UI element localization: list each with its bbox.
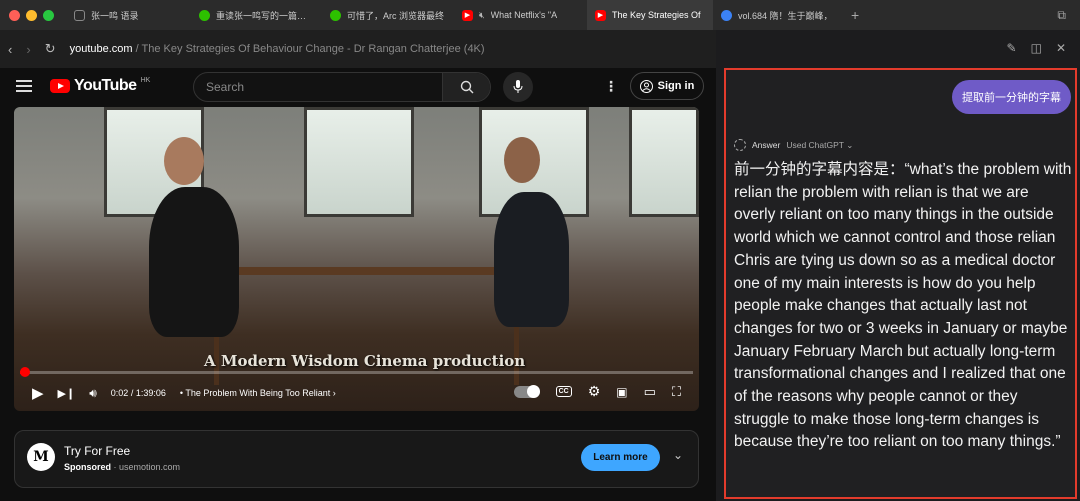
tab-overview-icon[interactable]: ⧉: [1057, 8, 1066, 23]
subtitles-button[interactable]: CC: [555, 386, 572, 397]
new-tab-plus-icon[interactable]: +: [851, 7, 859, 23]
fullscreen-icon[interactable]: ⛶: [672, 384, 681, 400]
tab-1[interactable]: 张一鸣 语录: [66, 0, 191, 30]
tab-bar: 张一鸣 语录 重读张一鸣写的一篇旧文 可惜了，Arc 浏览器最终 ▶ 🔇︎ Wh…: [0, 0, 1080, 30]
player-controls-right: CC ⚙ ▣ ▭ ⛶: [513, 383, 681, 400]
search-input[interactable]: Search: [206, 80, 442, 94]
ad-subtitle: Sponsored · usemotion.com: [64, 462, 181, 472]
autoplay-toggle[interactable]: [513, 384, 540, 398]
user-message-bubble: 提取前一分钟的字幕: [952, 80, 1071, 114]
tab-label: What Netflix's "A: [490, 10, 558, 20]
tab-2[interactable]: 重读张一鸣写的一篇旧文: [191, 0, 322, 30]
hamburger-menu-icon[interactable]: [16, 80, 32, 92]
tab-3[interactable]: 可惜了，Arc 浏览器最终: [322, 0, 454, 30]
theater-mode-icon[interactable]: ▭: [644, 384, 656, 400]
close-icon[interactable]: ✕: [1056, 41, 1066, 55]
reload-icon[interactable]: ↻: [45, 41, 56, 57]
window-controls: [9, 9, 54, 21]
video-overlay-caption: A Modern Wisdom Cinema production: [204, 352, 526, 370]
account-icon: [639, 79, 653, 93]
sponsored-ad: M Try For Free Sponsored · usemotion.com…: [14, 430, 699, 488]
more-options-icon[interactable]: ⋮: [604, 78, 618, 95]
back-arrow-icon[interactable]: ‹: [8, 42, 12, 57]
time-display: 0:02 / 1:39:06: [110, 388, 166, 398]
chat-panel: 提取前一分钟的字幕 Answer Used ChatGPT ⌄ 前一分钟的字幕内…: [724, 68, 1077, 499]
wechat-icon: [199, 9, 210, 21]
tab-6[interactable]: vol.684 隋！生于巅峰，: [713, 0, 843, 30]
guest-figure: [494, 192, 569, 327]
forward-arrow-icon[interactable]: ›: [26, 42, 30, 57]
zoom-window-button[interactable]: [43, 9, 54, 21]
microphone-icon: [513, 80, 523, 93]
browser-content: ‹ › ↻ youtube.com / The Key Strategies O…: [0, 30, 716, 501]
search-button[interactable]: [442, 73, 490, 101]
window-decor: [304, 107, 414, 217]
miniplayer-icon[interactable]: ▣: [616, 385, 627, 399]
close-window-button[interactable]: [9, 9, 20, 21]
sparkle-icon: [734, 139, 746, 151]
video-player[interactable]: A Modern Wisdom Cinema production ▶ ▶❙ 🔊…: [14, 107, 699, 411]
answer-header: Answer Used ChatGPT ⌄: [734, 139, 853, 151]
url-text[interactable]: youtube.com / The Key Strategies Of Beha…: [70, 43, 485, 55]
voice-search-button[interactable]: [503, 72, 533, 102]
sidebar-toolbar: ✎ ◫ ✕: [716, 30, 1080, 66]
muted-speaker-icon[interactable]: 🔇︎: [479, 10, 485, 21]
learn-more-button[interactable]: Learn more: [581, 444, 660, 471]
youtube-play-icon: [50, 79, 70, 93]
tab-label: 重读张一鸣写的一篇旧文: [216, 10, 314, 21]
minimize-window-button[interactable]: [26, 9, 37, 21]
host-head: [164, 137, 204, 185]
search-icon: [460, 80, 473, 94]
progress-bar[interactable]: [20, 367, 693, 377]
youtube-logo[interactable]: YouTube HK: [50, 77, 150, 95]
volume-icon[interactable]: 🔊︎: [89, 386, 97, 401]
address-bar: ‹ › ↻ youtube.com / The Key Strategies O…: [0, 30, 716, 68]
layout-icon[interactable]: ◫: [1031, 41, 1042, 55]
youtube-icon: ▶: [462, 9, 473, 21]
region-label: HK: [140, 76, 151, 84]
tab-4[interactable]: ▶ 🔇︎ What Netflix's "A: [454, 0, 587, 30]
advertiser-logo: M: [27, 443, 55, 471]
search-box[interactable]: Search: [193, 72, 491, 102]
logo-text: YouTube: [74, 77, 137, 94]
window-decor: [629, 107, 699, 217]
edit-icon[interactable]: ✎: [1007, 41, 1017, 55]
tab-label: 可惜了，Arc 浏览器最终: [347, 10, 445, 21]
ad-title[interactable]: Try For Free: [64, 444, 130, 458]
chevron-down-icon[interactable]: ⌄: [673, 448, 683, 462]
youtube-icon: ▶: [595, 9, 606, 21]
assistant-sidebar: ✎ ◫ ✕ 提取前一分钟的字幕 Answer Used ChatGPT ⌄ 前一…: [716, 30, 1080, 501]
tab-label: 张一鸣 语录: [91, 10, 139, 21]
answer-text: 前一分钟的字幕内容是：“what’s the problem with reli…: [734, 161, 1072, 451]
host-figure: [149, 187, 239, 337]
model-selector[interactable]: Used ChatGPT ⌄: [786, 140, 853, 151]
play-icon[interactable]: ▶: [32, 384, 44, 402]
tab-label: The Key Strategies Of: [612, 10, 701, 20]
settings-gear-icon[interactable]: ⚙: [588, 383, 601, 400]
compass-icon: [721, 9, 732, 21]
answer-label: Answer: [752, 140, 781, 150]
tab-label: vol.684 隋！生于巅峰，: [738, 10, 833, 21]
next-icon[interactable]: ▶❙: [58, 387, 76, 400]
sign-in-button[interactable]: Sign in: [630, 72, 704, 100]
player-controls: ▶ ▶❙ 🔊︎ 0:02 / 1:39:06 • The Problem Wit…: [14, 375, 699, 411]
sign-in-label: Sign in: [657, 80, 695, 92]
tab-5-active[interactable]: ▶ The Key Strategies Of: [587, 0, 713, 30]
wechat-icon: [330, 9, 341, 21]
youtube-header: YouTube HK Search ⋮ Sign in: [0, 68, 716, 104]
guest-head: [504, 137, 540, 183]
chapter-title[interactable]: • The Problem With Being Too Reliant ›: [180, 388, 336, 398]
message-icon: [74, 9, 85, 21]
